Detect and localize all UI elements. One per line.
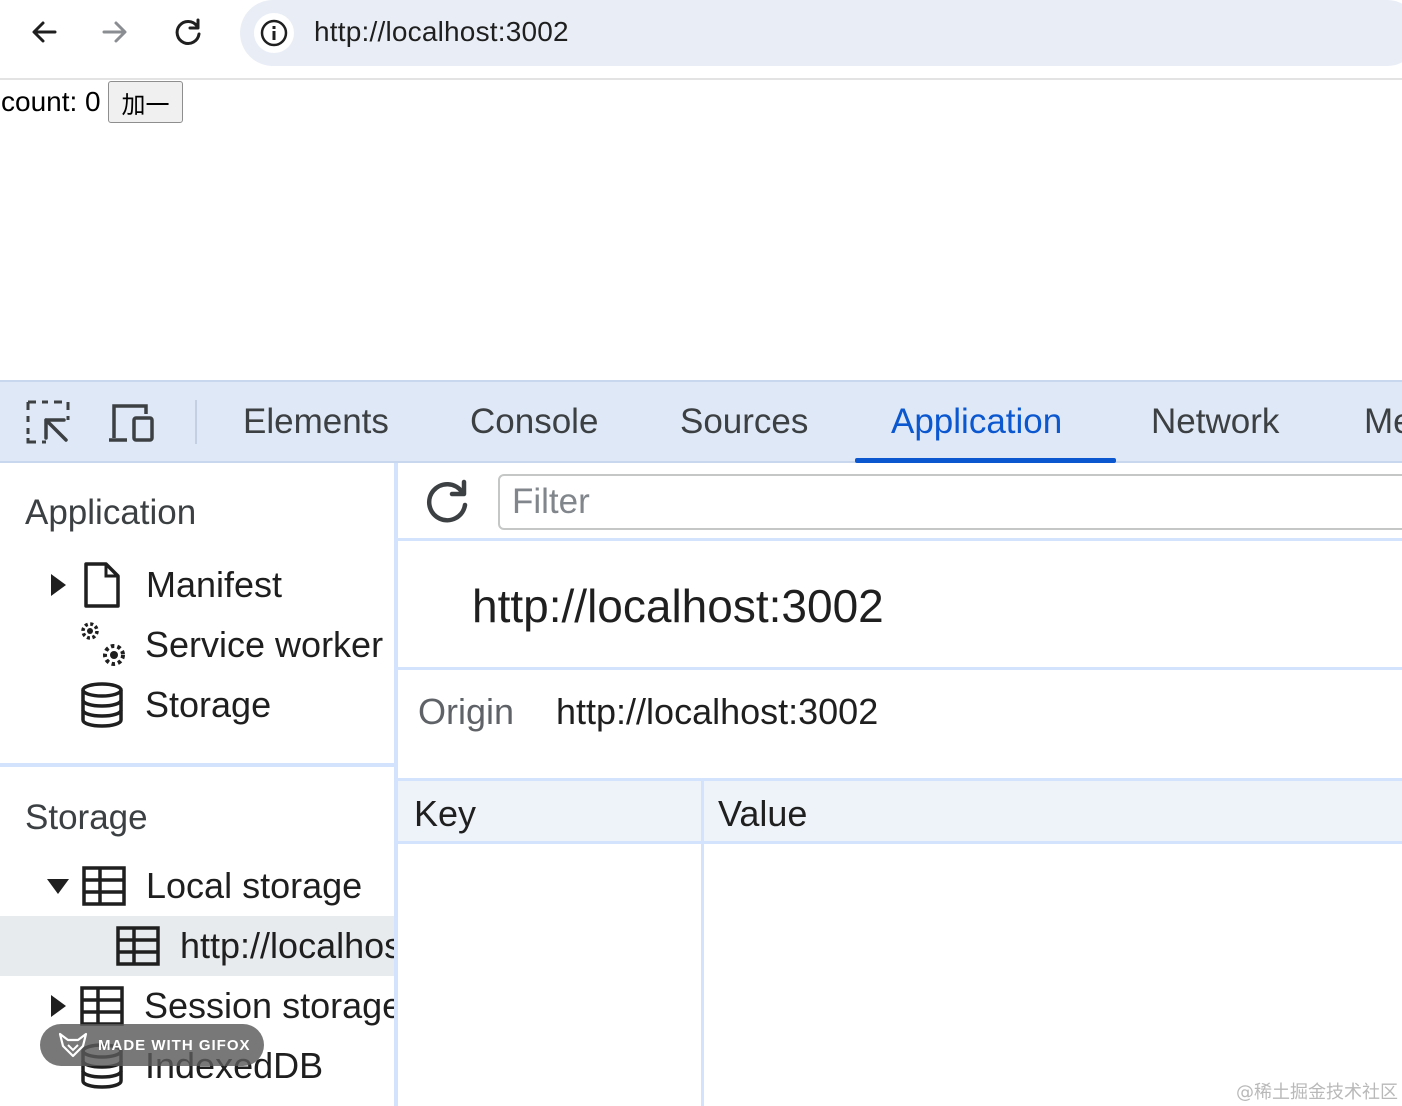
device-toolbar-button[interactable] [106,398,154,446]
sidebar-item-storage-overview[interactable]: Storage [80,675,271,735]
back-button[interactable] [24,12,64,52]
column-divider[interactable] [701,778,704,1106]
forward-button[interactable] [95,12,135,52]
storage-table-header: Key Value [398,778,1402,844]
site-info-button[interactable] [254,13,294,53]
database-icon [81,682,123,728]
sidebar-item-localhost-origin[interactable]: http://localhost:3002 [116,916,398,976]
sidebar-item-local-storage[interactable]: Local storage [46,856,362,916]
toolbar-divider [195,400,197,444]
storage-main-pane: http://localhost:3002 Origin http://loca… [398,463,1402,1106]
tab-network[interactable]: Network [1151,402,1279,442]
origin-label: Origin [418,691,515,732]
title-divider [398,667,1402,670]
origin-value: http://localhost:3002 [556,691,879,732]
table-icon [80,986,124,1026]
expand-arrow-icon[interactable] [48,572,68,598]
sidebar-section-divider [0,763,394,767]
storage-heading: Storage [25,798,148,837]
arrow-left-icon [32,21,57,43]
application-sidebar: Application Manifest Service worker Stor… [0,463,398,1106]
sidebar-item-service-worker[interactable]: Service worker [78,615,383,675]
reload-button[interactable] [168,12,208,52]
arrow-right-icon [102,21,127,43]
application-heading: Application [25,493,197,532]
tab-memory[interactable]: Me [1364,402,1402,442]
fox-logo-icon [58,1032,88,1058]
tab-console[interactable]: Console [470,402,598,442]
address-bar[interactable]: http://localhost:3002 [240,0,1402,66]
column-header-key[interactable]: Key [414,793,476,835]
url-text[interactable]: http://localhost:3002 [314,16,569,48]
column-header-value[interactable]: Value [718,793,807,835]
devtools-panel: Elements Console Sources Application Net… [0,380,1402,1106]
info-icon [260,19,288,47]
refresh-icon [426,479,468,523]
sidebar-item-manifest[interactable]: Manifest [48,555,282,615]
inspect-element-button[interactable] [24,398,72,446]
watermark: @稀土掘金技术社区 [1236,1082,1398,1103]
table-icon [116,926,160,966]
gears-icon [81,622,125,666]
devtools-toolbar: Elements Console Sources Application Net… [0,380,1402,463]
refresh-button[interactable] [422,477,472,527]
gifox-badge: MADE WITH GIFOX [40,1024,264,1066]
sidebar-item-label: http://localhost:3002 [180,925,398,966]
tab-elements[interactable]: Elements [243,402,389,442]
filter-toolbar [398,463,1402,541]
tab-sources[interactable]: Sources [680,402,808,442]
increment-button[interactable]: 加一 [108,81,183,123]
reload-icon [175,18,201,45]
gifox-badge-text: MADE WITH GIFOX [98,1036,251,1054]
table-icon [82,866,126,906]
sidebar-item-label: Local storage [146,865,363,906]
inspect-element-icon [26,400,70,444]
collapse-arrow-icon[interactable] [46,876,70,896]
page-viewport: count: 0 加一 [0,80,1402,380]
sidebar-item-label: Storage [145,684,272,725]
origin-title: http://localhost:3002 [472,580,884,632]
browser-toolbar: http://localhost:3002 [0,0,1402,80]
filter-input[interactable] [498,474,1402,530]
tab-application[interactable]: Application [891,402,1062,442]
count-label: count: 0 [1,86,101,117]
expand-arrow-icon[interactable] [48,993,68,1019]
sidebar-item-label: Service worker [145,624,384,665]
document-icon [84,562,120,608]
device-mode-icon [109,404,154,442]
sidebar-item-label: Manifest [146,564,283,605]
sidebar-item-label: Session storage [144,985,398,1026]
